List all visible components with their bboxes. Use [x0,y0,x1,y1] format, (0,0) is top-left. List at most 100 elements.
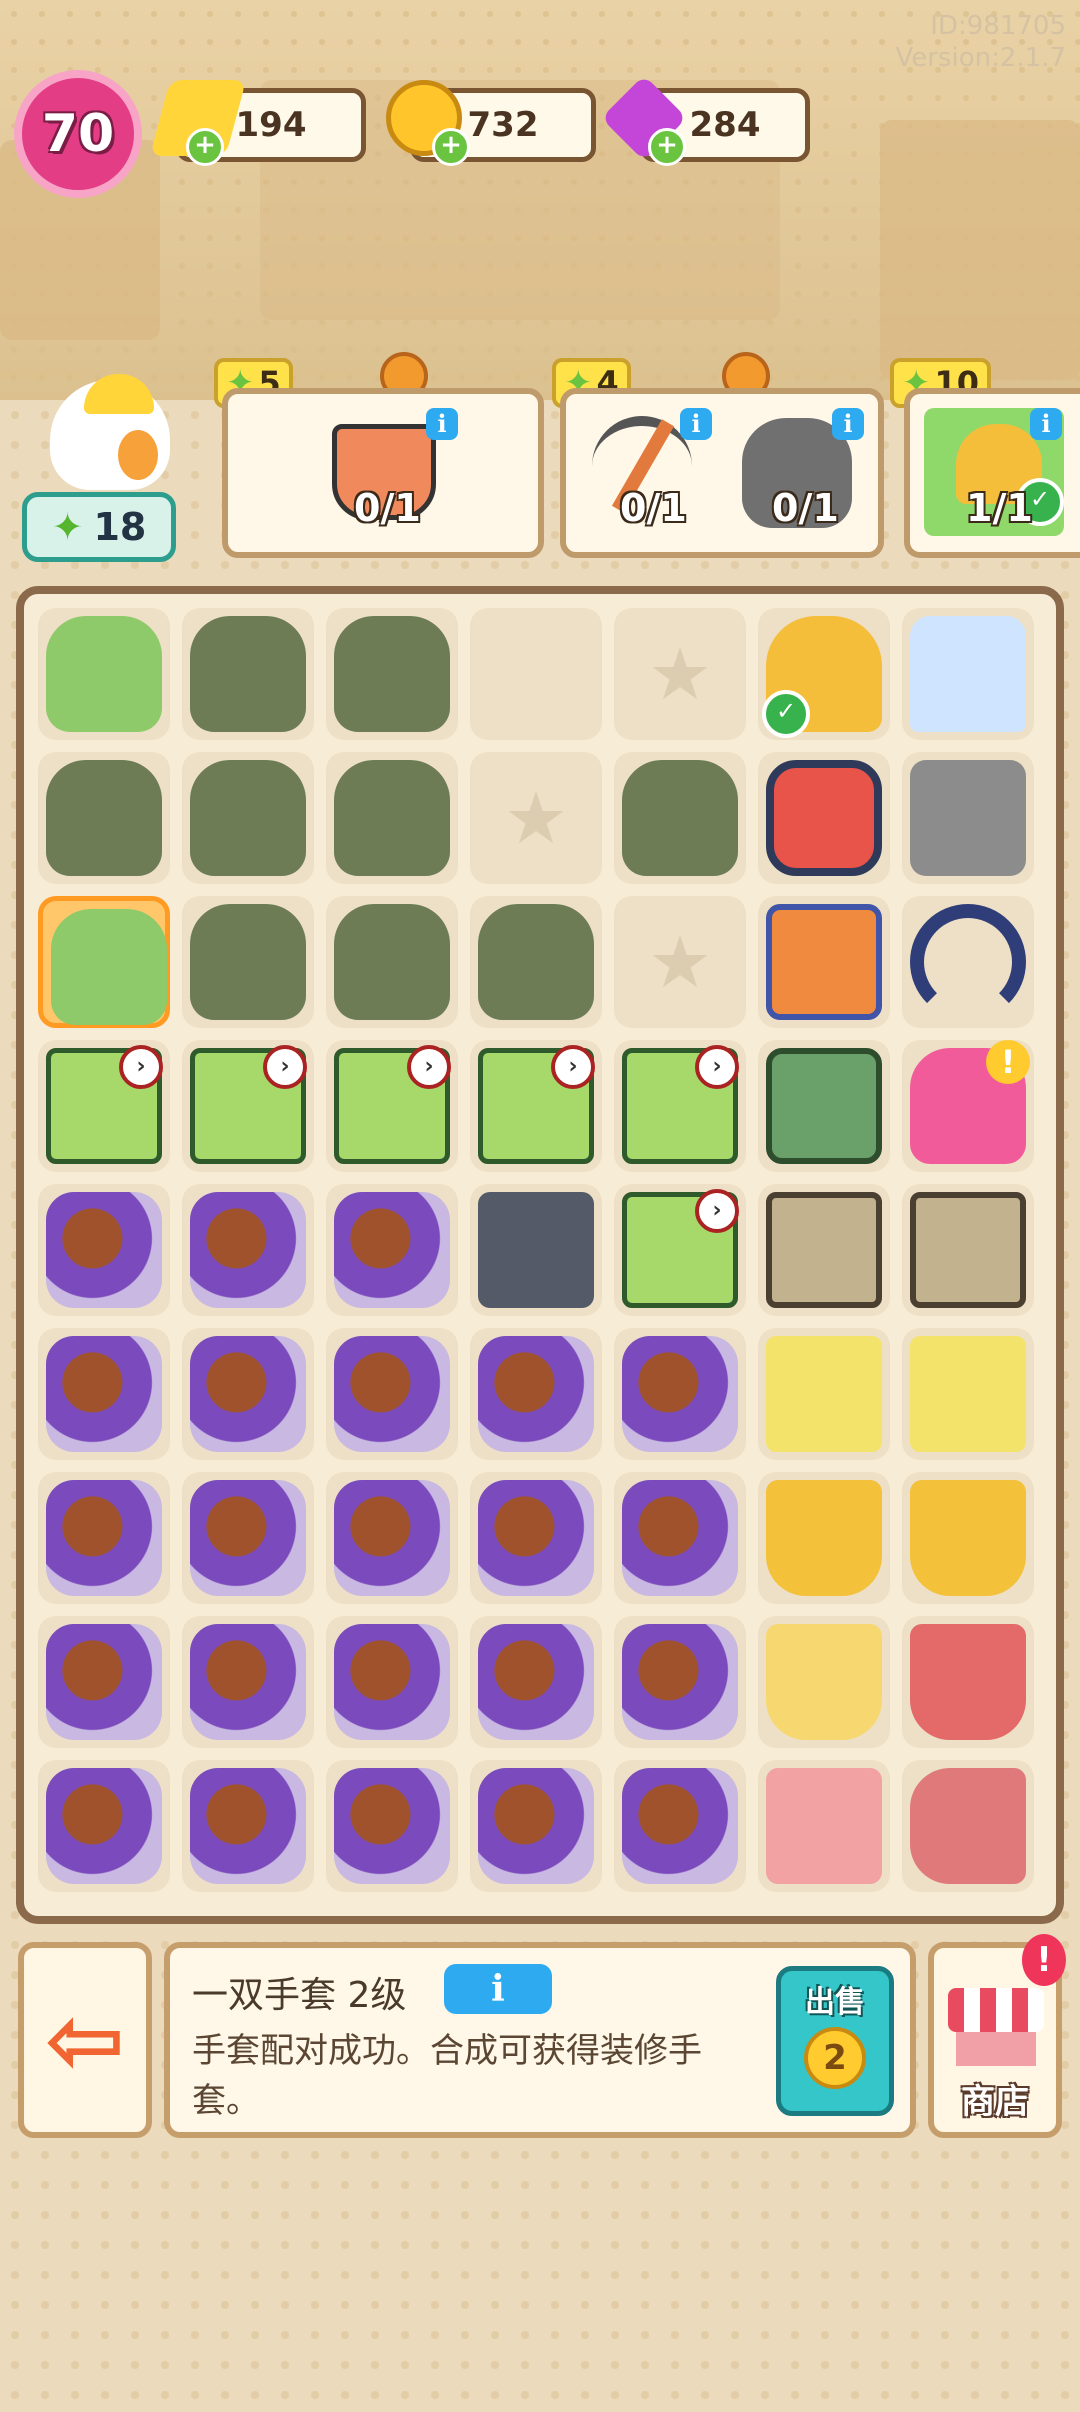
junk-pile-icon[interactable] [622,1624,738,1740]
junk-pile-icon[interactable] [190,1480,306,1596]
cobweb-glove-icon[interactable] [46,760,162,876]
board-cell[interactable] [182,896,314,1028]
board-cell[interactable] [902,1184,1034,1316]
board-cell[interactable] [758,752,890,884]
sell-button[interactable]: 出售 2 [776,1966,894,2116]
board-cell[interactable] [758,1472,890,1604]
board-cell[interactable]: › [470,1040,602,1172]
board-cell[interactable] [182,752,314,884]
board-cell[interactable] [470,1760,602,1892]
board-cell[interactable]: › [614,1040,746,1172]
wheelbarrow-icon[interactable] [910,1768,1026,1884]
board-cell[interactable]: ! [902,1040,1034,1172]
board-cell[interactable]: ✓ [758,608,890,740]
board-cell[interactable] [326,1760,458,1892]
board-cell[interactable] [182,1760,314,1892]
cobweb-glove-icon[interactable] [334,760,450,876]
board-cell[interactable] [758,1616,890,1748]
junk-pile-icon[interactable] [622,1336,738,1452]
laptop-icon[interactable]: › [46,1045,163,1164]
pot-plant-icon[interactable] [910,1480,1026,1596]
laptop-icon[interactable]: › [478,1045,595,1164]
board-cell[interactable]: ★ [470,752,602,884]
board-cell[interactable] [182,1184,314,1316]
board-cell[interactable] [38,1760,170,1892]
board-cell[interactable] [902,896,1034,1028]
item-info-button[interactable]: i [444,1964,552,2014]
coin-plus-icon[interactable]: + [432,128,470,166]
junk-pile-icon[interactable] [622,1480,738,1596]
cobweb-glove-icon[interactable] [478,904,594,1020]
board-cell[interactable] [38,896,170,1028]
pot-sprout-icon[interactable] [766,1480,882,1596]
junk-pile-icon[interactable] [478,1336,594,1452]
cart-gear-icon[interactable] [766,1336,882,1452]
board-cell[interactable] [326,1328,458,1460]
cobweb-glove-icon[interactable] [334,616,450,732]
junk-pile-icon[interactable] [190,1768,306,1884]
board-cell[interactable] [182,608,314,740]
board-cell[interactable]: ★ [614,608,746,740]
bucket-tools-icon[interactable] [910,1624,1026,1740]
board-cell[interactable] [758,1328,890,1460]
junk-pile-icon[interactable] [46,1480,162,1596]
player-level-badge[interactable]: 70 [14,70,142,198]
board-cell[interactable]: › [614,1184,746,1316]
junk-pile-icon[interactable] [190,1336,306,1452]
cobweb-glove-icon[interactable] [334,904,450,1020]
junk-pile-icon[interactable] [622,1768,738,1884]
board-cell[interactable] [38,752,170,884]
junk-pile-icon[interactable] [190,1192,306,1308]
ds-icon[interactable] [478,1192,594,1308]
laptop-icon[interactable]: › [190,1045,307,1164]
board-cell[interactable] [902,608,1034,740]
board-cell[interactable] [38,1472,170,1604]
junk-pile-icon[interactable] [334,1192,450,1308]
order-2a-info-icon[interactable]: i [680,408,712,440]
board-cell[interactable] [470,896,602,1028]
order-3-info-icon[interactable]: i [1030,408,1062,440]
board-cell[interactable]: › [182,1040,314,1172]
junk-pile-icon[interactable] [334,1624,450,1740]
board-cell[interactable] [470,1328,602,1460]
headphones-icon[interactable] [910,904,1026,1020]
sword-icon[interactable] [910,760,1026,876]
junk-pile-icon[interactable] [46,1336,162,1452]
board-cell[interactable] [758,896,890,1028]
board-cell[interactable] [902,1472,1034,1604]
cobweb-glove-icon[interactable] [190,904,306,1020]
gem-plus-icon[interactable]: + [648,128,686,166]
board-cell[interactable] [470,1184,602,1316]
order-2b-info-icon[interactable]: i [832,408,864,440]
board-cell[interactable] [182,1472,314,1604]
crate-icon[interactable] [766,1048,882,1164]
board-cell[interactable] [758,1184,890,1316]
cobweb-glove-icon[interactable] [190,616,306,732]
junk-pile-icon[interactable] [478,1624,594,1740]
cobweb-glove-icon[interactable] [622,760,738,876]
board-cell[interactable] [614,1760,746,1892]
board-cell[interactable] [38,1616,170,1748]
board-cell[interactable] [182,1328,314,1460]
junk-pile-icon[interactable] [478,1768,594,1884]
board-cell[interactable] [38,1184,170,1316]
board-cell[interactable] [326,896,458,1028]
backpack-icon[interactable]: ! [910,1040,1030,1164]
board-cell[interactable] [326,608,458,740]
glove-icon[interactable] [51,909,167,1025]
cart-icon[interactable] [910,1336,1026,1452]
board-cell[interactable] [326,1472,458,1604]
board-cell[interactable] [326,1184,458,1316]
board-cell[interactable] [470,608,602,740]
board-cell[interactable] [614,752,746,884]
board-cell[interactable] [470,1616,602,1748]
laptop-icon[interactable]: › [334,1045,451,1164]
board-cell[interactable]: › [38,1040,170,1172]
exit-button[interactable]: ⇦ [18,1942,152,2138]
glove-icon[interactable] [46,616,162,732]
tiara-icon[interactable]: ✓ [762,616,882,738]
board-cell[interactable] [470,1472,602,1604]
board-cell[interactable] [182,1616,314,1748]
board-cell[interactable] [902,1616,1034,1748]
board-cell[interactable] [758,1040,890,1172]
